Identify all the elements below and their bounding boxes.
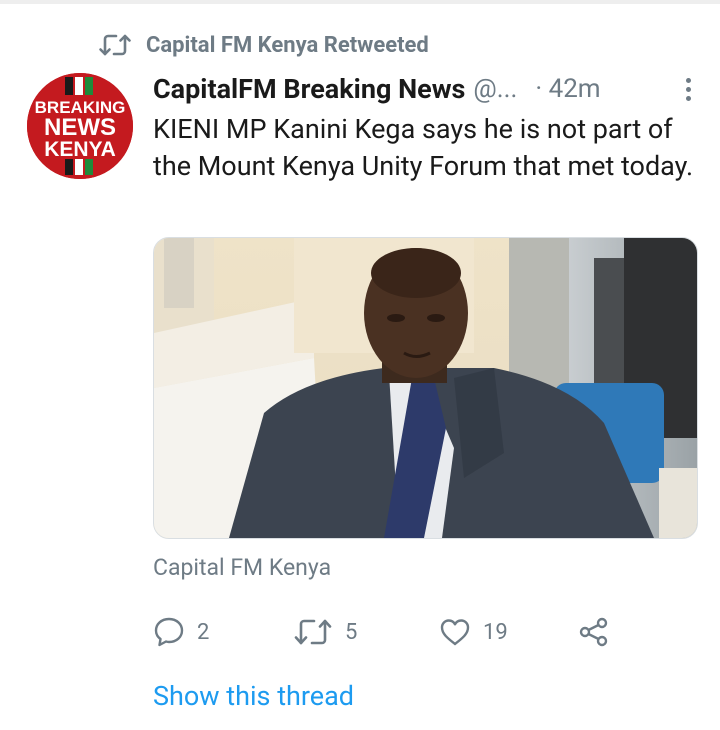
tweet-actions: 2 5 19 bbox=[153, 612, 623, 652]
avatar-line-3: KENYA bbox=[44, 138, 116, 161]
tweet-text: KIENI MP Kanini Kega says he is not part… bbox=[153, 113, 694, 182]
more-dot bbox=[685, 86, 691, 92]
more-dot bbox=[685, 95, 691, 101]
reply-icon bbox=[154, 617, 184, 647]
more-options-button[interactable] bbox=[678, 74, 698, 104]
retweet-count: 5 bbox=[345, 619, 358, 645]
reply-button[interactable]: 2 bbox=[153, 612, 209, 652]
retweet-icon bbox=[294, 619, 332, 645]
display-name[interactable]: CapitalFM Breaking News bbox=[153, 73, 465, 105]
avatar[interactable]: BREAKING NEWS KENYA bbox=[27, 73, 133, 179]
share-button[interactable] bbox=[578, 612, 610, 652]
reply-count: 2 bbox=[197, 619, 210, 645]
more-dot bbox=[685, 77, 691, 83]
handle[interactable]: @... bbox=[473, 74, 517, 104]
avatar-logo: BREAKING NEWS KENYA bbox=[27, 73, 133, 179]
top-divider bbox=[0, 0, 720, 4]
retweet-button[interactable]: 5 bbox=[293, 612, 357, 652]
heart-icon bbox=[440, 619, 470, 646]
retweeted-by-label: Capital FM Kenya Retweeted bbox=[146, 32, 429, 58]
show-thread-link[interactable]: Show this thread bbox=[153, 680, 354, 712]
share-icon bbox=[579, 617, 608, 647]
photo bbox=[154, 238, 697, 538]
media-source-label: Capital FM Kenya bbox=[153, 554, 332, 581]
tweet-image[interactable] bbox=[153, 237, 698, 539]
timestamp[interactable]: · 42m bbox=[535, 74, 600, 104]
tweet-header: CapitalFM Breaking News @... · 42m bbox=[153, 70, 698, 108]
like-count: 19 bbox=[483, 619, 508, 645]
avatar-line-2: NEWS bbox=[44, 114, 116, 141]
retweet-icon bbox=[99, 34, 131, 56]
like-button[interactable]: 19 bbox=[439, 612, 508, 652]
retweet-context[interactable]: Capital FM Kenya Retweeted bbox=[98, 30, 429, 60]
